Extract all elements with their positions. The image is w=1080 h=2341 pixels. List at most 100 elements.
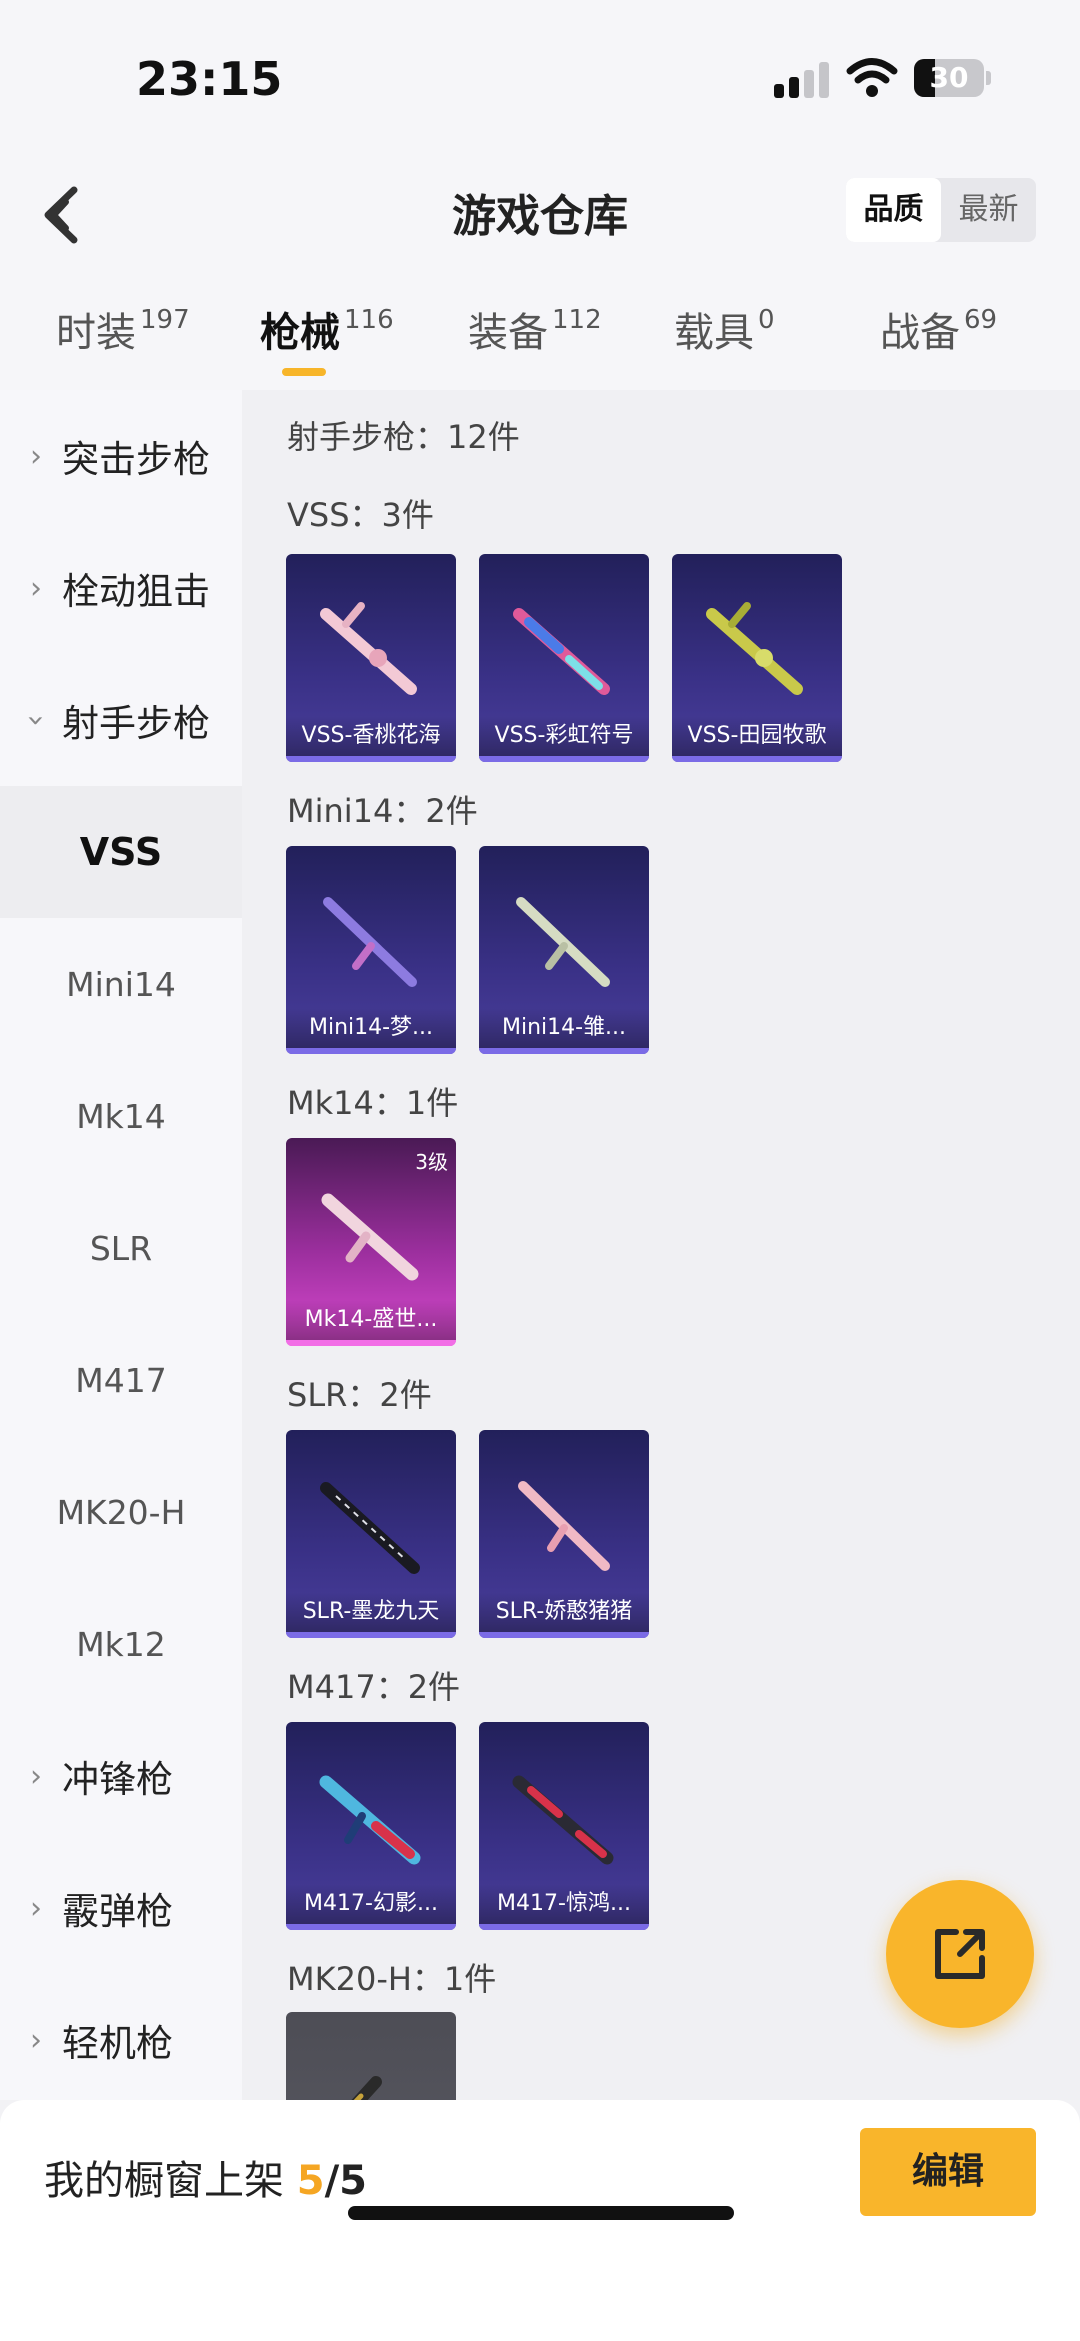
home-indicator[interactable] [348,2206,734,2220]
tab-firearms[interactable]: 枪械 116 [260,300,394,358]
nav-header: 游戏仓库 品质 最新 [0,150,1080,270]
chevron-right-icon: › [30,570,42,606]
sidebar-item-mk14[interactable]: Mk14 [0,1050,242,1182]
tab-count: 112 [552,305,602,335]
tab-label: 战备 [880,310,960,356]
item-name: SLR-娇憨猪猪 [479,1592,649,1632]
sidebar-item-mini14[interactable]: Mini14 [0,918,242,1050]
tab-count: 69 [964,305,998,335]
rifle-icon [319,1775,421,1865]
level-badge: 3级 [415,1150,448,1174]
item-name: VSS-田园牧歌 [672,716,842,756]
section-label-slr: SLR：2件 [287,1376,432,1414]
section-label-mk20h: MK20-H：1件 [287,1960,497,1998]
chevron-down-icon: › [18,714,54,726]
sort-option-newest[interactable]: 最新 [941,178,1036,242]
battery-tip [986,71,991,85]
sidebar-group-label: 射手步枪 [62,702,210,745]
rifle-icon [323,897,417,987]
category-header: 射手步枪：12件 [287,418,520,456]
item-name: M417-幻影... [286,1884,456,1924]
share-external-button[interactable] [886,1880,1034,2028]
item-name: VSS-彩虹符号 [479,716,649,756]
item-name: SLR-墨龙九天 [286,1592,456,1632]
item-name: Mini14-梦... [286,1008,456,1048]
item-grid: 射手步枪：12件 VSS：3件 VSS-香桃花海 VSS-彩虹符号 VSS-田园… [242,390,1080,2100]
chevron-right-icon: › [30,1758,42,1794]
item-name: Mini14-雏... [479,1008,649,1048]
tab-equipment[interactable]: 装备 112 [468,300,602,358]
rifle-icon [516,897,610,987]
status-bar: 23:15 30 [0,0,1080,150]
rifle-icon [321,1193,419,1281]
cellular-signal-icon [774,60,830,98]
section-label-mk14: Mk14：1件 [287,1084,459,1122]
chevron-right-icon: › [30,1890,42,1926]
sidebar-group-marksman-rifle[interactable]: › 射手步枪 [0,654,242,786]
item-card[interactable]: SLR-墨龙九天 [286,1430,456,1638]
edit-button[interactable]: 编辑 [860,2128,1036,2216]
rifle-icon [513,608,610,695]
item-card[interactable]: M417-幻影... [286,1722,456,1930]
tab-count: 116 [344,305,394,335]
sidebar-group-assault-rifle[interactable]: › 突击步枪 [0,390,242,522]
sidebar-group-label: 栓动狙击 [62,570,210,613]
rifle-icon [512,1775,614,1865]
active-tab-indicator [282,368,326,376]
tab-fashion[interactable]: 时装 197 [56,300,190,358]
tab-label: 载具 [674,310,754,356]
sidebar-group-shotgun[interactable]: › 霰弹枪 [0,1842,242,1974]
item-name: Mk14-盛世... [286,1300,456,1340]
rifle-icon [320,1482,420,1574]
category-tabs: 时装 197 枪械 116 装备 112 载具 0 战备 69 [0,270,1080,390]
sidebar: › 突击步枪 › 栓动狙击 › 射手步枪 VSS Mini14 Mk14 SLR M4… [0,390,242,2100]
showcase-status: 我的橱窗上架 5/5 [44,2148,367,2206]
sidebar-item-vss[interactable]: VSS [0,786,242,918]
item-card[interactable]: 3级 Mk14-盛世... [286,1138,456,1346]
showcase-label: 我的橱窗上架 [44,2158,284,2204]
sidebar-group-label: 冲锋枪 [62,1758,173,1801]
battery-icon: 30 [914,59,984,97]
status-time: 23:15 [136,52,283,106]
section-label-mini14: Mini14：2件 [287,792,478,830]
sort-toggle[interactable]: 品质 最新 [846,178,1036,242]
showcase-total: /5 [324,2158,368,2204]
tab-label: 枪械 [260,310,340,356]
item-card[interactable]: VSS-彩虹符号 [479,554,649,762]
tab-label: 装备 [468,310,548,356]
sidebar-group-label: 霰弹枪 [62,1890,173,1933]
rifle-icon [351,2076,382,2100]
sidebar-item-mk20h[interactable]: MK20-H [0,1446,242,1578]
sidebar-item-slr[interactable]: SLR [0,1182,242,1314]
section-label-m417: M417：2件 [287,1668,461,1706]
tab-count: 197 [140,305,190,335]
tab-vehicles[interactable]: 载具 0 [674,300,775,358]
chevron-right-icon: › [30,438,42,474]
sidebar-group-bolt-sniper[interactable]: › 栓动狙击 [0,522,242,654]
share-external-icon [935,1929,985,1979]
tab-supplies[interactable]: 战备 69 [880,300,997,358]
item-card[interactable]: VSS-田园牧歌 [672,554,842,762]
sidebar-item-mk12[interactable]: Mk12 [0,1578,242,1710]
item-name: VSS-香桃花海 [286,716,456,756]
section-label-vss: VSS：3件 [287,496,434,534]
item-card[interactable]: M417-惊鸿... [479,1722,649,1930]
chevron-right-icon: › [30,2022,42,2058]
wifi-icon [846,58,898,97]
item-card[interactable]: SLR-娇憨猪猪 [479,1430,649,1638]
item-card[interactable]: VSS-香桃花海 [286,554,456,762]
sidebar-group-lmg[interactable]: › 轻机枪 [0,1974,242,2106]
tab-count: 0 [758,305,775,335]
battery-level: 30 [929,61,969,94]
rifle-icon [320,602,417,695]
item-card[interactable] [286,2012,456,2100]
rifle-icon [706,602,803,695]
item-card[interactable]: Mini14-梦... [286,846,456,1054]
item-card[interactable]: Mini14-雏... [479,846,649,1054]
sidebar-group-label: 轻机枪 [62,2022,173,2065]
sidebar-group-smg[interactable]: › 冲锋枪 [0,1710,242,1842]
sort-option-quality[interactable]: 品质 [846,178,941,242]
sidebar-item-m417[interactable]: M417 [0,1314,242,1446]
bottom-bar: 我的橱窗上架 5/5 编辑 [0,2100,1080,2341]
rifle-icon [518,1481,610,1571]
